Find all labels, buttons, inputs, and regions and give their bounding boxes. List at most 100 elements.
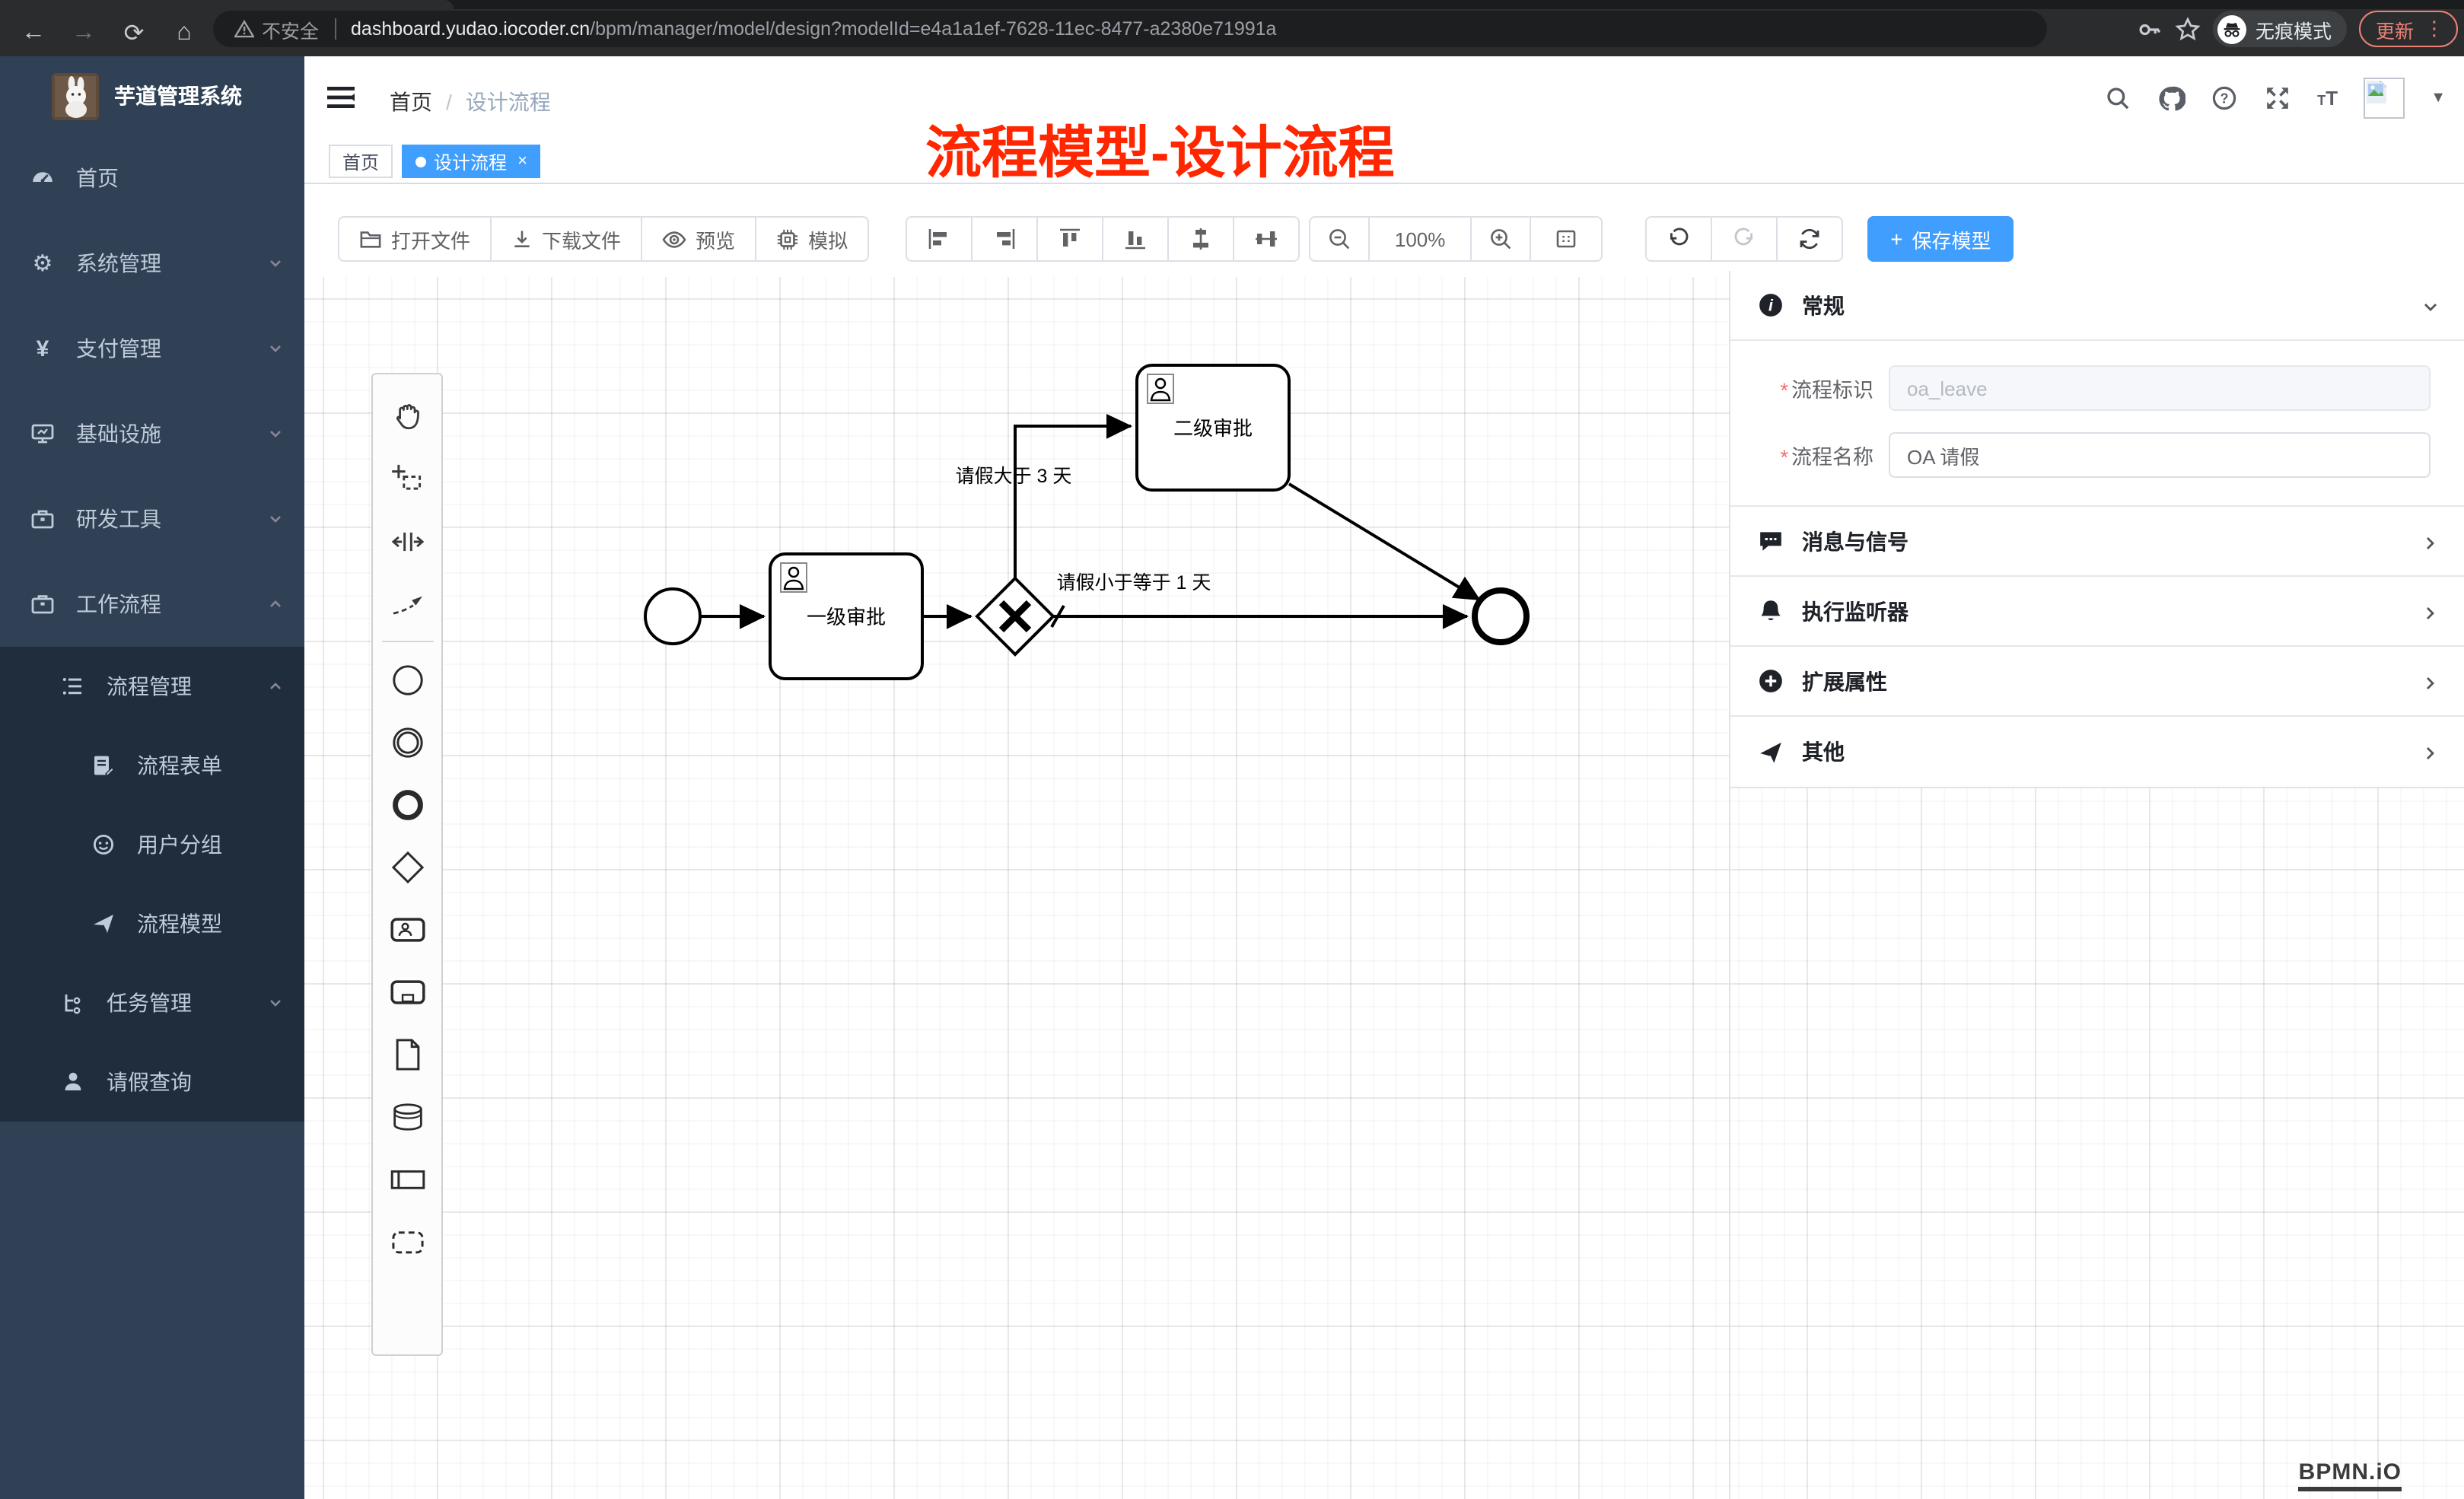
sidebar-collapse-icon[interactable] [327,85,355,110]
refresh-button[interactable] [1776,216,1843,262]
process-name-input[interactable] [1889,432,2431,478]
browser-menu-icon[interactable]: ⋮ [2424,17,2444,41]
browser-update-button[interactable]: 更新 ⋮ [2359,11,2458,47]
breadcrumb-home[interactable]: 首页 [390,87,432,117]
sidebar-item-leave-query[interactable]: 请假查询 [0,1042,304,1122]
sidebar-item-devtools[interactable]: 研发工具 [0,476,304,562]
sidebar-item-system[interactable]: ⚙ 系统管理 [0,221,304,306]
flow-task2-to-end[interactable] [1289,484,1479,600]
create-start-event[interactable] [377,648,438,711]
download-file-button[interactable]: 下载文件 [490,216,642,262]
tab-label: 首页 [342,148,379,174]
lasso-tool[interactable] [377,447,438,510]
bpmn-io-watermark[interactable]: BPMN.iO [2299,1459,2402,1491]
browser-address-bar[interactable]: 不安全 dashboard.yudao.iocoder.cn/bpm/manag… [213,11,2047,47]
url-host: dashboard.yudao.iocoder.cn [351,18,590,40]
align-top-button[interactable] [1036,216,1103,262]
field-process-name: *流程名称 [1743,432,2431,478]
password-key-icon[interactable] [2137,16,2163,42]
simulate-button[interactable]: 模拟 [755,216,869,262]
help-icon[interactable]: ? [2211,84,2238,112]
sidebar-item-infra[interactable]: 基础设施 [0,391,304,476]
bookmark-star-icon[interactable] [2175,16,2201,42]
zoom-out-button[interactable] [1309,216,1370,262]
preview-button[interactable]: 预览 [641,216,756,262]
zoom-level[interactable]: 100% [1368,216,1472,262]
tab-home[interactable]: 首页 [329,145,393,178]
user-group-icon [91,832,116,857]
align-hcenter-button[interactable] [1233,216,1300,262]
create-participant[interactable] [377,1147,438,1210]
sidebar-item-process-model[interactable]: 流程模型 [0,884,304,963]
search-icon[interactable] [2104,84,2131,112]
create-group[interactable] [377,1210,438,1272]
avatar-caret-icon[interactable]: ▼ [2431,90,2446,107]
create-data-object[interactable] [377,1023,438,1085]
briefcase-icon [30,592,55,616]
sidebar-item-home[interactable]: 首页 [0,135,304,221]
align-left-button[interactable] [906,216,973,262]
chevron-right-icon [2421,533,2437,549]
save-model-button[interactable]: + 保存模型 [1867,216,2014,262]
process-key-input[interactable] [1889,365,2431,411]
redo-button[interactable] [1711,216,1778,262]
sidebar-item-payment[interactable]: ¥ 支付管理 [0,306,304,391]
create-gateway[interactable] [377,835,438,898]
group-icon [387,1221,427,1261]
tab-design-process[interactable]: 设计流程 × [402,145,541,178]
user-task-level1[interactable]: 一级审批 [770,554,922,679]
browser-home-button[interactable]: ⌂ [166,14,202,51]
sidebar-item-task-mgmt[interactable]: 任务管理 [0,963,304,1042]
undo-button[interactable] [1645,216,1712,262]
sidebar-item-user-group[interactable]: 用户分组 [0,805,304,884]
align-right-button[interactable] [971,216,1038,262]
global-connect-tool[interactable] [377,572,438,635]
end-event-icon [387,785,427,824]
browser-tab-strip [0,0,2464,9]
avatar[interactable] [2364,78,2405,119]
zoom-reset-button[interactable] [1530,216,1603,262]
section-execution-listener[interactable]: 执行监听器 [1730,577,2464,647]
create-data-store[interactable] [377,1085,438,1147]
section-other[interactable]: 其他 [1730,717,2464,787]
user-task-level2[interactable]: 二级审批 [1137,365,1289,490]
browser-back-button[interactable]: ← [15,14,52,51]
space-tool[interactable] [377,510,438,572]
sidebar-item-process-form[interactable]: 流程表单 [0,726,304,805]
zoom-in-button[interactable] [1470,216,1531,262]
sidebar-item-process-mgmt[interactable]: 流程管理 [0,647,304,726]
exclusive-gateway[interactable] [977,578,1053,654]
font-size-icon[interactable]: TT [2317,87,2338,110]
align-vcenter-button[interactable] [1167,216,1234,262]
sidebar-item-label: 流程模型 [137,909,283,939]
start-event[interactable] [645,589,700,644]
tree-list-icon [61,674,85,699]
browser-active-tab[interactable] [0,0,454,9]
hand-tool[interactable] [377,385,438,447]
toolbox-icon [30,507,55,531]
url-text[interactable]: dashboard.yudao.iocoder.cn/bpm/manager/m… [351,18,1276,40]
flow-gateway-to-task2[interactable] [1015,426,1131,578]
create-user-task[interactable] [377,898,438,960]
section-general[interactable]: i 常规 [1730,271,2464,341]
align-bottom-button[interactable] [1102,216,1169,262]
section-extended-attrs[interactable]: 扩展属性 [1730,647,2464,717]
fullscreen-icon[interactable] [2264,84,2291,112]
section-message-signal[interactable]: 消息与信号 [1730,507,2464,577]
download-icon [511,228,533,250]
open-file-button[interactable]: 打开文件 [338,216,492,262]
create-intermediate-event[interactable] [377,711,438,773]
browser-reload-button[interactable]: ⟳ [116,14,152,51]
folder-icon [359,228,382,250]
close-icon[interactable]: × [517,152,527,170]
github-icon[interactable] [2157,84,2185,112]
sidebar-item-label: 流程表单 [137,750,283,781]
security-label[interactable]: 不安全 [262,14,319,43]
gateway-icon [387,847,427,886]
sidebar-item-workflow[interactable]: 工作流程 [0,562,304,647]
end-event[interactable] [1475,590,1526,642]
app-logo[interactable]: 芋道管理系统 [0,56,304,135]
create-end-event[interactable] [377,773,438,835]
browser-forward-button[interactable]: → [65,14,102,51]
create-subprocess[interactable] [377,960,438,1023]
